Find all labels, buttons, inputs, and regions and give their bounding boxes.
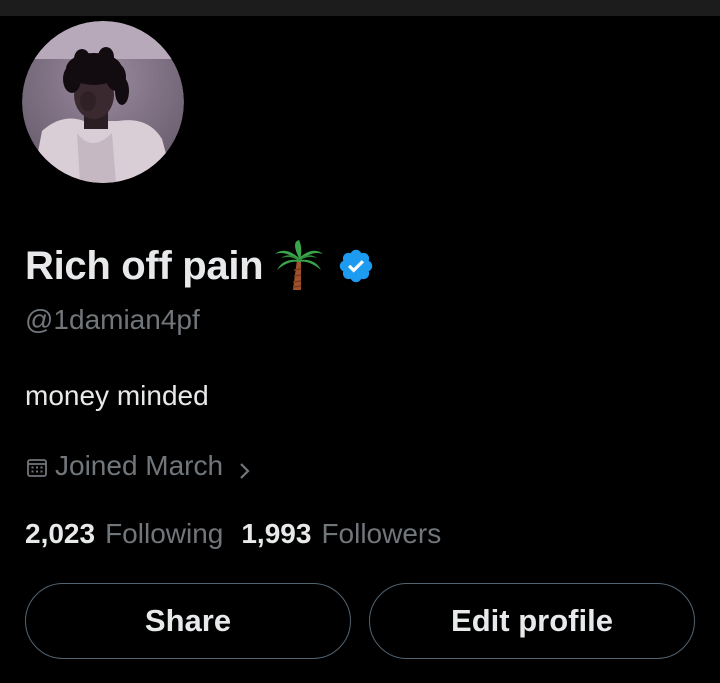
following-count: 2,023 <box>25 518 96 549</box>
followers-label: Followers <box>321 518 442 549</box>
display-name-row: Rich off pain <box>25 238 375 294</box>
profile-bio: money minded <box>25 380 209 411</box>
edit-profile-button[interactable]: Edit profile <box>369 583 695 659</box>
joined-date-button[interactable]: Joined March <box>25 450 253 482</box>
palm-tree-icon <box>273 240 325 292</box>
verified-badge-icon[interactable] <box>337 247 375 285</box>
profile-handle: @1damian4pf <box>25 304 200 335</box>
follow-stats: 2,023 Following 1,993 Followers <box>25 518 441 550</box>
profile-banner[interactable] <box>0 0 720 16</box>
calendar-icon <box>25 454 49 478</box>
display-name: Rich off pain <box>25 243 264 288</box>
followers-link[interactable]: 1,993 Followers <box>241 518 441 550</box>
following-link[interactable]: 2,023 Following <box>25 518 223 550</box>
chevron-right-icon <box>237 456 253 479</box>
followers-count: 1,993 <box>241 518 312 549</box>
avatar-photo <box>22 21 184 183</box>
following-label: Following <box>105 518 224 549</box>
share-button[interactable]: Share <box>25 583 351 659</box>
avatar[interactable] <box>22 21 184 183</box>
joined-date-label: Joined March <box>55 450 224 481</box>
